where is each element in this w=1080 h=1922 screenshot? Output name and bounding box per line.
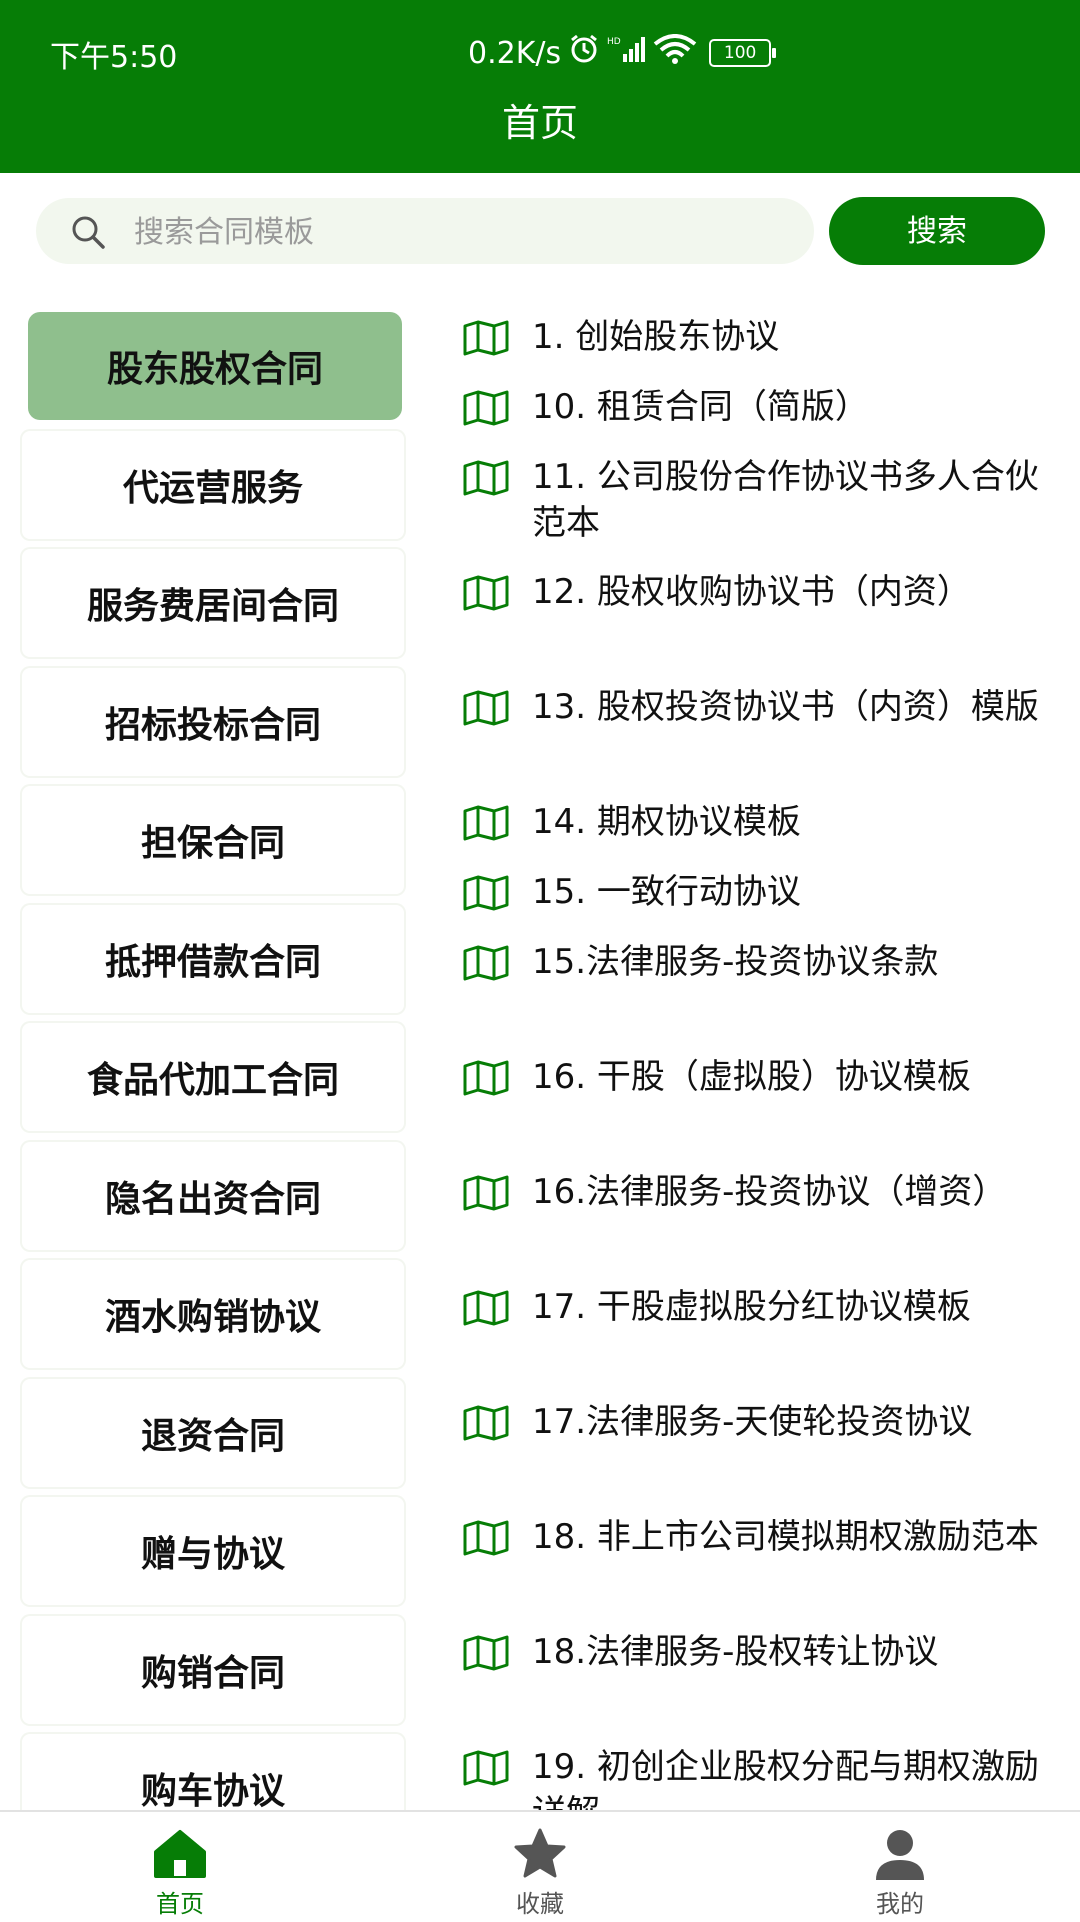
category-item[interactable]: 退资合同 <box>22 1379 404 1487</box>
map-icon <box>462 1060 510 1096</box>
map-icon <box>462 1520 510 1556</box>
document-item[interactable]: 15. 一致行动协议 <box>462 869 1042 915</box>
home-icon <box>154 1830 206 1878</box>
map-icon <box>462 875 510 911</box>
tab-favorites[interactable]: 收藏 <box>440 1812 640 1922</box>
category-item[interactable]: 招标投标合同 <box>22 668 404 776</box>
map-icon <box>462 1175 510 1211</box>
tab-home[interactable]: 首页 <box>80 1812 280 1922</box>
tab-label: 我的 <box>876 1890 924 1918</box>
document-title: 11. 公司股份合作协议书多人合伙范本 <box>532 457 1039 543</box>
map-icon <box>462 575 510 611</box>
document-title: 17. 干股虚拟股分红协议模板 <box>532 1287 971 1327</box>
document-item[interactable]: 17. 干股虚拟股分红协议模板 <box>462 1284 1042 1330</box>
alarm-icon <box>567 32 601 74</box>
page-title: 首页 <box>501 101 578 145</box>
document-title: 10. 租赁合同（简版） <box>532 387 869 427</box>
star-icon <box>514 1828 566 1878</box>
map-icon <box>462 690 510 726</box>
tab-label: 首页 <box>156 1890 204 1918</box>
battery-icon: 100 <box>709 39 777 67</box>
bottom-tab-bar: 首页 收藏 我的 <box>0 1810 1080 1922</box>
category-item[interactable]: 酒水购销协议 <box>22 1260 404 1368</box>
search-input[interactable] <box>132 206 796 258</box>
category-item[interactable]: 代运营服务 <box>22 431 404 539</box>
document-item[interactable]: 16.法律服务-投资协议（增资） <box>462 1169 1042 1215</box>
search-box[interactable] <box>36 198 814 264</box>
document-title: 16.法律服务-投资协议（增资） <box>532 1172 1007 1212</box>
category-item[interactable]: 购销合同 <box>22 1616 404 1724</box>
document-title: 18. 非上市公司模拟期权激励范本 <box>532 1517 1039 1557</box>
document-title: 17.法律服务-天使轮投资协议 <box>532 1402 973 1442</box>
document-item[interactable]: 17.法律服务-天使轮投资协议 <box>462 1399 1042 1445</box>
category-item[interactable]: 担保合同 <box>22 786 404 894</box>
wifi-icon <box>653 34 697 72</box>
map-icon <box>462 1750 510 1786</box>
map-icon <box>462 1290 510 1326</box>
document-title: 19. 初创企业股权分配与期权激励详解 <box>532 1747 1039 1810</box>
signal-icon: HD <box>607 34 647 72</box>
document-title: 12. 股权收购协议书（内资） <box>532 572 971 612</box>
document-item[interactable]: 14. 期权协议模板 <box>462 799 1042 845</box>
document-title: 18.法律服务-股权转让协议 <box>532 1632 939 1672</box>
category-item-active[interactable]: 股东股权合同 <box>28 312 402 420</box>
app-header: 下午5:50 0.2K/s HD 100 首页 <box>0 0 1080 173</box>
document-title: 14. 期权协议模板 <box>532 802 801 842</box>
document-title: 16. 干股（虚拟股）协议模板 <box>532 1057 971 1097</box>
map-icon <box>462 805 510 841</box>
map-icon <box>462 1635 510 1671</box>
category-item[interactable]: 抵押借款合同 <box>22 905 404 1013</box>
document-item[interactable]: 19. 初创企业股权分配与期权激励详解 <box>462 1744 1042 1810</box>
document-item[interactable]: 13. 股权投资协议书（内资）模版 <box>462 684 1042 730</box>
status-icons: 0.2K/s HD 100 <box>468 32 777 74</box>
document-title: 1. 创始股东协议 <box>532 317 780 357</box>
document-item[interactable]: 16. 干股（虚拟股）协议模板 <box>462 1054 1042 1100</box>
document-item[interactable]: 12. 股权收购协议书（内资） <box>462 569 1042 615</box>
document-title: 13. 股权投资协议书（内资）模版 <box>532 687 1039 727</box>
document-item[interactable]: 18. 非上市公司模拟期权激励范本 <box>462 1514 1042 1560</box>
tab-label: 收藏 <box>516 1890 564 1918</box>
document-title: 15. 一致行动协议 <box>532 872 801 912</box>
document-title: 15.法律服务-投资协议条款 <box>532 942 939 982</box>
category-item[interactable]: 服务费居间合同 <box>22 549 404 657</box>
document-item[interactable]: 11. 公司股份合作协议书多人合伙范本 <box>462 454 1042 546</box>
status-time: 下午5:50 <box>50 40 178 75</box>
document-item[interactable]: 1. 创始股东协议 <box>462 314 1042 360</box>
document-item[interactable]: 10. 租赁合同（简版） <box>462 384 1042 430</box>
category-item[interactable]: 隐名出资合同 <box>22 1142 404 1250</box>
map-icon <box>462 460 510 496</box>
map-icon <box>462 1405 510 1441</box>
tab-profile[interactable]: 我的 <box>800 1812 1000 1922</box>
user-icon <box>876 1830 924 1880</box>
document-list: 1. 创始股东协议 10. 租赁合同（简版） 11. 公司股份合作协议书多人合伙… <box>462 310 1062 1810</box>
document-item[interactable]: 18.法律服务-股权转让协议 <box>462 1629 1042 1675</box>
map-icon <box>462 390 510 426</box>
category-item[interactable]: 食品代加工合同 <box>22 1023 404 1131</box>
svg-text:HD: HD <box>607 37 621 47</box>
document-item[interactable]: 15.法律服务-投资协议条款 <box>462 939 1042 985</box>
map-icon <box>462 945 510 981</box>
category-item[interactable]: 赠与协议 <box>22 1497 404 1605</box>
map-icon <box>462 320 510 356</box>
search-icon <box>70 214 106 250</box>
search-button[interactable]: 搜索 <box>829 197 1045 265</box>
net-speed: 0.2K/s <box>468 35 562 71</box>
